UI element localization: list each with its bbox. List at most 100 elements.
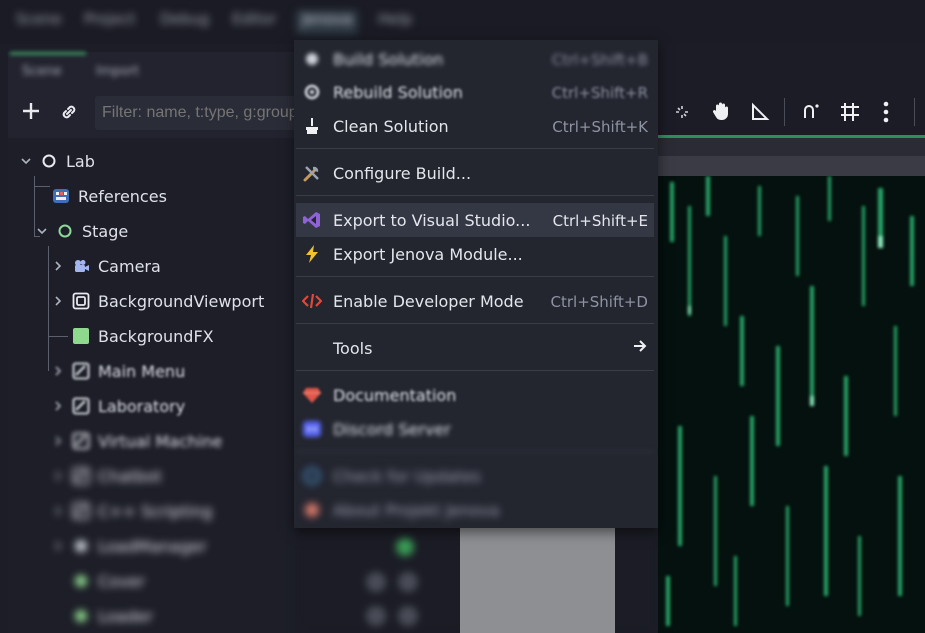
about-icon	[302, 500, 322, 520]
viewport-toolbar	[658, 92, 925, 132]
menu-item-label: Rebuild Solution	[333, 83, 463, 102]
tree-label: Stage	[82, 221, 129, 241]
menu-item-label: Tools	[333, 339, 373, 358]
chevron-down-icon[interactable]	[20, 155, 32, 167]
visibility-icon[interactable]	[396, 538, 414, 556]
script-icon[interactable]	[366, 572, 386, 592]
node-icon	[75, 610, 87, 622]
hammer-icon	[302, 49, 322, 69]
menu-item-export-jenova-module[interactable]: Export Jenova Module...	[296, 237, 654, 271]
color-rect-icon	[73, 328, 89, 344]
add-node-button[interactable]	[18, 100, 44, 126]
chevron-right-icon[interactable]	[52, 295, 64, 307]
tree-row-references[interactable]: References	[52, 181, 167, 211]
tree-row-camera[interactable]: Camera	[52, 251, 161, 281]
menu-item-rebuild-solution[interactable]: Rebuild Solution Ctrl+Shift+R	[296, 75, 654, 109]
pan-hand-icon[interactable]	[710, 100, 732, 122]
tree-row-background-fx[interactable]: BackgroundFX	[72, 321, 214, 351]
tree-row-chatbot[interactable]: Chatbot	[52, 461, 162, 491]
tree-label: Camera	[98, 256, 161, 276]
visual-studio-icon	[302, 210, 322, 230]
menu-item-label: About Projekt Jenova	[333, 501, 500, 520]
menu-item-build-solution[interactable]: Build Solution Ctrl+Shift+B	[296, 42, 654, 76]
tree-label: Main Menu	[98, 361, 186, 381]
references-icon	[53, 189, 69, 203]
menu-item-discord-server[interactable]: Discord Server	[296, 412, 654, 446]
rebuild-icon	[302, 82, 322, 102]
menu-editor[interactable]: Editor	[232, 10, 276, 34]
tab-import[interactable]: Import	[96, 64, 139, 79]
top-menu-bar: Scene Project Debug Editor Jenova Help	[0, 0, 925, 44]
node-icon	[75, 575, 87, 587]
menu-item-tools[interactable]: Tools	[296, 331, 654, 365]
menu-item-enable-developer-mode[interactable]: Enable Developer Mode Ctrl+Shift+D	[296, 284, 654, 318]
tree-row-lab[interactable]: Lab	[20, 146, 95, 176]
chevron-right-icon[interactable]	[52, 505, 64, 517]
tree-row-cover[interactable]: Cover	[72, 566, 145, 596]
more-options-icon[interactable]	[882, 100, 890, 124]
scene-filter-input[interactable]	[95, 96, 308, 130]
chevron-right-icon[interactable]	[52, 435, 64, 447]
menu-item-check-updates[interactable]: Check for Updates	[296, 459, 654, 493]
menu-item-configure-build[interactable]: Configure Build...	[296, 156, 654, 190]
menu-item-clean-solution[interactable]: Clean Solution Ctrl+Shift+K	[296, 109, 654, 143]
tree-label: LoadManager	[98, 536, 207, 556]
tree-row-background-viewport[interactable]: BackgroundViewport	[52, 286, 264, 316]
arrow-right-icon	[632, 338, 648, 358]
instantiate-scene-button[interactable]	[58, 101, 82, 125]
menu-item-export-visual-studio[interactable]: Export to Visual Studio... Ctrl+Shift+E	[296, 203, 654, 237]
control-icon	[72, 362, 90, 380]
menu-item-label: Check for Updates	[333, 467, 481, 486]
link-icon	[62, 105, 76, 119]
camera-icon	[75, 260, 89, 272]
tree-guide-line	[34, 176, 35, 236]
menu-separator	[296, 451, 654, 452]
discord-icon	[302, 419, 322, 439]
node-icon	[75, 540, 87, 552]
visibility-icon[interactable]	[398, 606, 418, 626]
menu-help[interactable]: Help	[378, 10, 412, 34]
tree-row-cpp-scripting[interactable]: C++ Scripting	[52, 496, 212, 526]
snap-icon[interactable]	[800, 101, 822, 123]
ruler-icon[interactable]	[750, 102, 770, 122]
menu-item-about[interactable]: About Projekt Jenova	[296, 493, 654, 527]
menu-item-documentation[interactable]: Documentation	[296, 378, 654, 412]
tree-row-stage[interactable]: Stage	[36, 216, 128, 246]
menu-project[interactable]: Project	[84, 10, 135, 34]
tree-row-main-menu[interactable]: Main Menu	[52, 356, 185, 386]
tree-row-virtual-machine[interactable]: Virtual Machine	[52, 426, 222, 456]
grid-snap-icon[interactable]	[838, 100, 862, 124]
menu-item-label: Documentation	[333, 386, 457, 405]
chevron-right-icon[interactable]	[52, 540, 64, 552]
tree-guide-line	[48, 336, 68, 337]
chevron-right-icon[interactable]	[52, 260, 64, 272]
menu-debug[interactable]: Debug	[160, 10, 209, 34]
scene-tree: Lab References Stage Camera BackgroundVi…	[8, 138, 308, 633]
tree-row-load-manager[interactable]: LoadManager	[52, 531, 207, 561]
menu-item-label: Configure Build...	[333, 164, 472, 183]
viewport-icon	[72, 292, 90, 310]
menu-item-shortcut: Ctrl+Shift+R	[551, 84, 648, 102]
tree-label: Virtual Machine	[98, 431, 223, 451]
tools-icon	[302, 163, 322, 183]
menu-jenova[interactable]: Jenova	[296, 10, 359, 34]
menu-separator	[296, 195, 654, 196]
script-icon[interactable]	[366, 606, 386, 626]
tree-row-loader[interactable]: Loader	[72, 601, 153, 631]
menu-scene[interactable]: Scene	[16, 10, 62, 34]
tree-row-laboratory[interactable]: Laboratory	[52, 391, 185, 421]
active-tab-indicator	[10, 52, 86, 55]
select-icon[interactable]	[672, 102, 692, 122]
chevron-right-icon[interactable]	[52, 365, 64, 377]
visibility-icon[interactable]	[398, 572, 418, 592]
viewport-2d	[658, 44, 925, 633]
chevron-right-icon[interactable]	[52, 400, 64, 412]
tab-scene[interactable]: Scene	[22, 64, 62, 79]
plus-icon	[23, 103, 39, 119]
gem-icon	[302, 385, 322, 405]
chevron-right-icon[interactable]	[52, 470, 64, 482]
tree-label: Lab	[66, 151, 95, 171]
scene-toolbar	[8, 94, 308, 134]
tree-label: Chatbot	[98, 466, 162, 486]
chevron-down-icon[interactable]	[36, 225, 48, 237]
